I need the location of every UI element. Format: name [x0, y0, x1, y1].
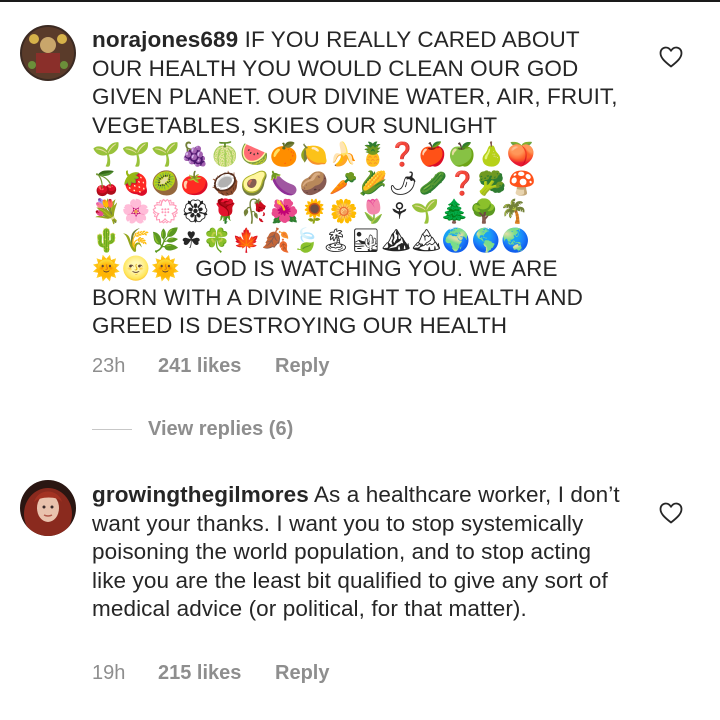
heart-outline-icon[interactable] [659, 46, 683, 68]
comment-body: norajones689 IF YOU REALLY CARED ABOUT O… [92, 26, 627, 341]
comment-meta: 19h 215 likes Reply [92, 662, 329, 685]
emoji-row: 💐🌸💮🏵🌹🥀🌺🌻🌼🌷⚘🌱🌲🌳🌴 [92, 198, 530, 224]
avatar[interactable] [20, 480, 76, 536]
comment-likes[interactable]: 215 likes [158, 662, 275, 685]
reply-button[interactable]: Reply [275, 355, 329, 378]
comment-username[interactable]: growingthegilmores [92, 482, 309, 507]
replies-divider [92, 429, 132, 430]
top-divider [0, 0, 720, 2]
emoji-row: 🌱🌱🌱🍇🍈🍉🍊🍋🍌🍍❓🍎🍏🍐🍑 [92, 141, 537, 167]
emoji-inline: 🌞🌝🌞 [92, 255, 181, 281]
heart-outline-icon[interactable] [659, 502, 683, 524]
emoji-row: 🌵🌾🌿☘🍀🍁🍂🍃🏝🏜⛰🏔🌍🌎🌏 [92, 226, 531, 253]
comment-time[interactable]: 23h [92, 355, 158, 378]
comment-username[interactable]: norajones689 [92, 27, 238, 52]
avatar[interactable] [20, 25, 76, 81]
reply-button[interactable]: Reply [275, 662, 329, 685]
view-replies-label[interactable]: View replies (6) [148, 418, 293, 441]
comment-meta: 23h 241 likes Reply [92, 355, 329, 378]
comment-body: growingthegilmores As a healthcare worke… [92, 481, 627, 624]
comment-time[interactable]: 19h [92, 662, 158, 685]
comment-likes[interactable]: 241 likes [158, 355, 275, 378]
emoji-row: 🍒🍓🥝🍅🥥🥑🍆🥔🥕🌽🌶🥒❓🥦🍄 [92, 169, 538, 196]
view-replies-button[interactable]: View replies (6) [92, 418, 293, 441]
